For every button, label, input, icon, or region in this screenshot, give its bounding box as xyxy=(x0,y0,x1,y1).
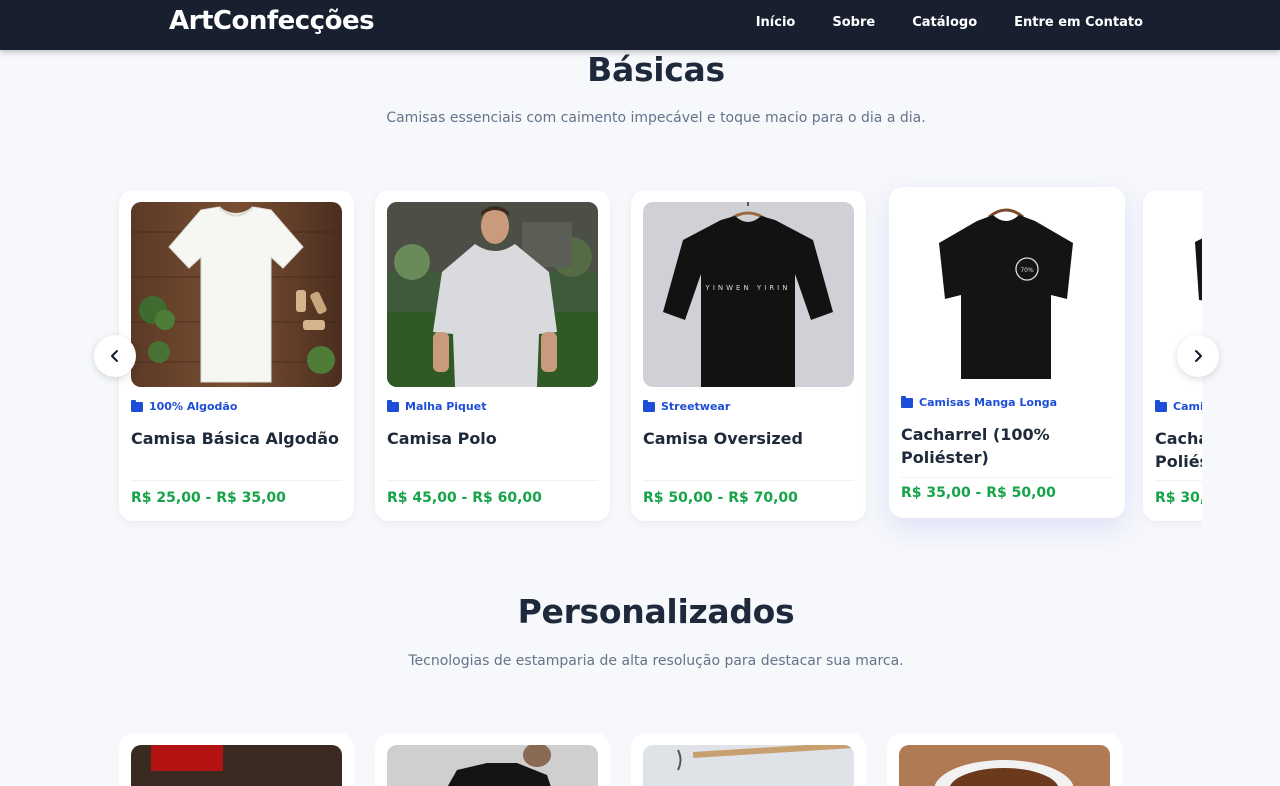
svg-text:70%: 70% xyxy=(1020,267,1034,274)
card-divider xyxy=(131,480,342,481)
product-title[interactable]: Cacharrel (100% Poliéster) xyxy=(901,423,1116,469)
product-category[interactable]: Camis xyxy=(1155,399,1202,413)
main-nav: Início Sobre Catálogo Entre em Contato xyxy=(756,15,1143,30)
chevron-right-icon xyxy=(1195,350,1202,362)
product-title[interactable]: Camisa Oversized xyxy=(643,427,858,450)
folder-icon xyxy=(131,399,143,412)
product-image xyxy=(387,745,598,786)
product-carousel: 100% Algodão Camisa Básica Algodão R$ 25… xyxy=(113,170,1202,550)
product-price: R$ 25,00 - R$ 35,00 xyxy=(131,490,286,506)
product-category[interactable]: Camisas Manga Longa xyxy=(901,395,1058,409)
product-card[interactable]: Malha Piquet Camisa Polo R$ 45,00 - R$ 6… xyxy=(375,190,610,521)
folder-icon xyxy=(1155,399,1167,412)
product-title[interactable]: Camisa Básica Algodão xyxy=(131,427,346,450)
section-subtitle-personalizados: Tecnologias de estamparia de alta resolu… xyxy=(408,653,904,669)
product-category-label: Camis xyxy=(1173,400,1202,413)
product-image-polo xyxy=(387,202,598,387)
product-category[interactable]: Streetwear xyxy=(643,399,731,413)
product-price: R$ 35,00 - R$ 50,00 xyxy=(901,485,1056,501)
product-category[interactable]: Malha Piquet xyxy=(387,399,487,413)
folder-icon xyxy=(387,399,399,412)
site-logo[interactable]: ArtConfecções xyxy=(169,6,375,36)
product-image-cacharrel: 70% xyxy=(901,199,1112,384)
product-category-label: Malha Piquet xyxy=(405,400,487,413)
personalizados-carousel xyxy=(113,733,1202,786)
carousel-prev-button[interactable] xyxy=(94,335,136,377)
product-image-oversized: YINWEN YIRIN xyxy=(643,202,854,387)
folder-icon xyxy=(901,395,913,408)
product-title[interactable]: Cacha Poliést xyxy=(1155,427,1202,473)
product-card[interactable]: YINWEN YIRIN Streetwear Camisa Oversized… xyxy=(631,190,866,521)
product-price: R$ 50,00 - R$ 70,00 xyxy=(643,490,798,506)
card-divider xyxy=(901,477,1113,478)
product-price: R$ 30,0 xyxy=(1155,490,1202,506)
nav-link-contato[interactable]: Entre em Contato xyxy=(1014,15,1143,30)
product-title[interactable]: Camisa Polo xyxy=(387,427,602,450)
product-card-active[interactable]: 70% Camisas Manga Longa Cacharrel (100% … xyxy=(889,187,1125,518)
section-title-personalizados: Personalizados xyxy=(517,592,795,631)
site-header: ArtConfecções Início Sobre Catálogo Entr… xyxy=(0,0,1280,50)
card-divider xyxy=(643,480,854,481)
product-category-label: 100% Algodão xyxy=(149,400,238,413)
carousel-next-button[interactable] xyxy=(1177,335,1219,377)
nav-link-catalogo[interactable]: Catálogo xyxy=(912,15,977,30)
product-category-label: Streetwear xyxy=(661,400,731,413)
svg-text:YINWEN YIRIN: YINWEN YIRIN xyxy=(705,284,791,292)
card-divider xyxy=(387,480,598,481)
card-divider xyxy=(1155,480,1202,481)
product-card[interactable] xyxy=(119,733,354,786)
section-subtitle-basicas: Camisas essenciais com caimento impecáve… xyxy=(386,110,926,126)
nav-link-inicio[interactable]: Início xyxy=(756,15,796,30)
product-image-white-tshirt xyxy=(131,202,342,387)
product-category[interactable]: 100% Algodão xyxy=(131,399,238,413)
product-card[interactable] xyxy=(631,733,866,786)
folder-icon xyxy=(643,399,655,412)
product-price: R$ 45,00 - R$ 60,00 xyxy=(387,490,542,506)
product-category-label: Camisas Manga Longa xyxy=(919,396,1058,409)
product-image xyxy=(899,745,1110,786)
product-card[interactable] xyxy=(375,733,610,786)
nav-link-sobre[interactable]: Sobre xyxy=(832,15,875,30)
product-image xyxy=(131,745,342,786)
chevron-left-icon xyxy=(111,350,118,362)
product-image xyxy=(643,745,854,786)
product-card[interactable] xyxy=(887,733,1122,786)
product-card[interactable]: 100% Algodão Camisa Básica Algodão R$ 25… xyxy=(119,190,354,521)
section-title-basicas: Básicas xyxy=(587,50,725,89)
